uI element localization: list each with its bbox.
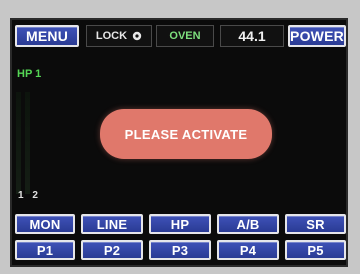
preset-button-row: P1 P2 P3 P4 P5	[12, 240, 346, 260]
device-screen: MENU LOCK OVEN 44.1 POWER HP 1 1 2 PLEAS…	[10, 18, 348, 267]
meter-label: HP 1	[17, 68, 42, 80]
menu-button[interactable]: MENU	[15, 25, 79, 47]
source-button-row: MON LINE HP A/B SR	[12, 214, 346, 234]
activation-alert[interactable]: PLEASE ACTIVATE	[100, 109, 272, 159]
preset-p1-button[interactable]: P1	[15, 240, 75, 260]
power-button[interactable]: POWER	[288, 25, 346, 47]
mon-button[interactable]: MON	[15, 214, 75, 234]
ab-button[interactable]: A/B	[217, 214, 279, 234]
meter-bar-2	[25, 92, 30, 194]
preset-p5-button[interactable]: P5	[285, 240, 346, 260]
preset-p2-button[interactable]: P2	[81, 240, 143, 260]
device-bezel: MENU LOCK OVEN 44.1 POWER HP 1 1 2 PLEAS…	[0, 0, 360, 274]
sample-rate-readout: 44.1	[220, 25, 284, 47]
oven-indicator: OVEN	[156, 25, 214, 47]
lock-icon	[132, 31, 142, 41]
meter-channel-labels: 1 2	[18, 190, 41, 201]
line-button[interactable]: LINE	[81, 214, 143, 234]
lock-label: LOCK	[95, 30, 128, 42]
preset-p3-button[interactable]: P3	[149, 240, 211, 260]
sr-button[interactable]: SR	[285, 214, 346, 234]
top-bar: MENU LOCK OVEN 44.1 POWER	[12, 25, 346, 49]
preset-p4-button[interactable]: P4	[217, 240, 279, 260]
meter-bar-1	[16, 92, 21, 194]
hp-button[interactable]: HP	[149, 214, 211, 234]
lock-indicator[interactable]: LOCK	[86, 25, 152, 47]
